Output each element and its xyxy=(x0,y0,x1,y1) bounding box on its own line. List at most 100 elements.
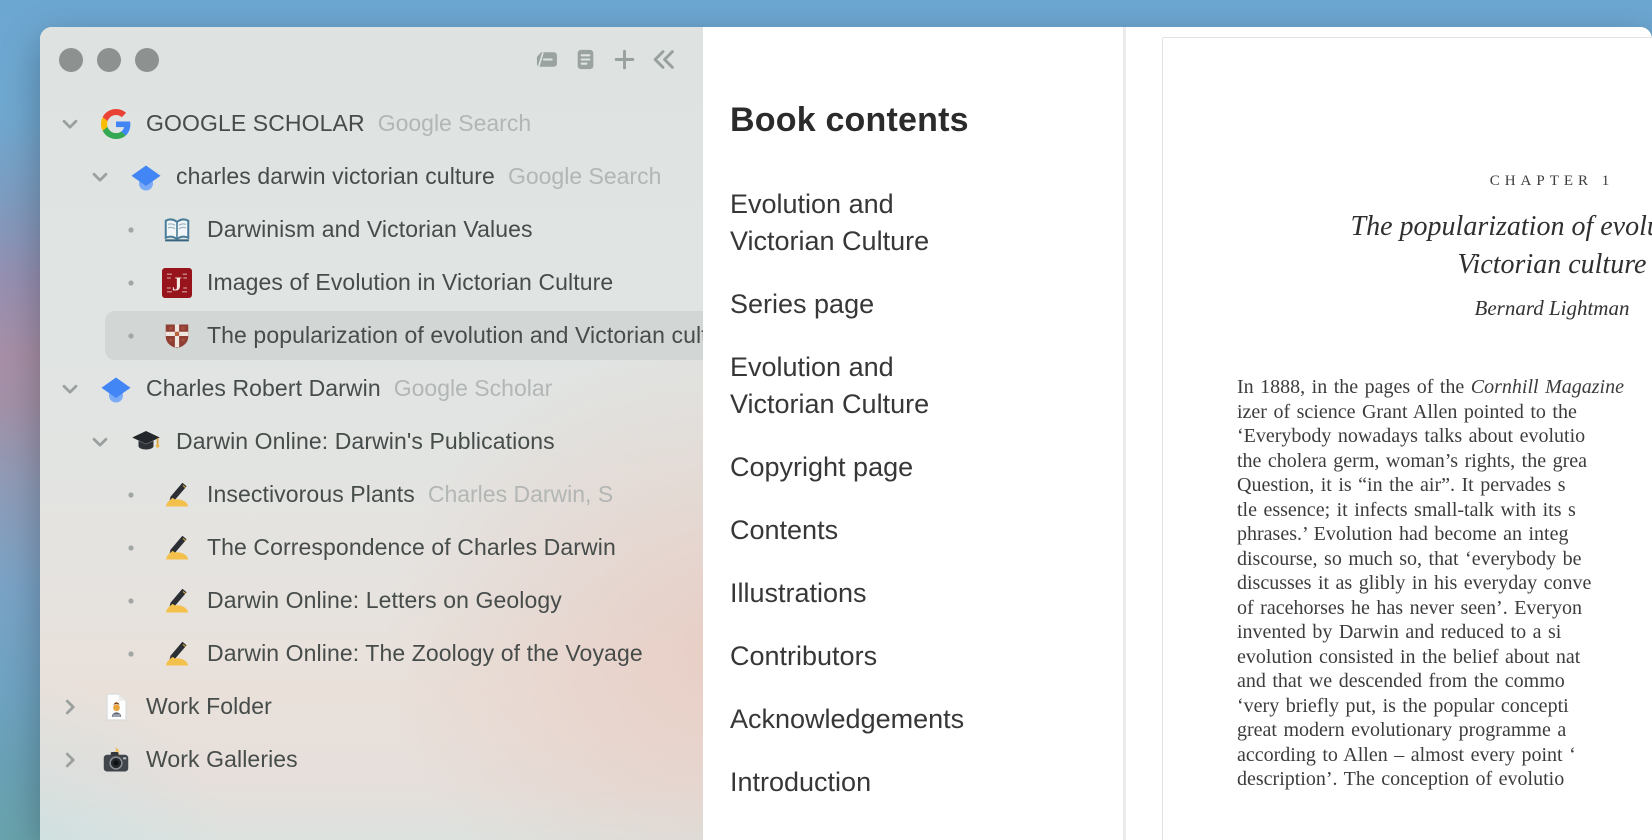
body-text-line: according to Allen – almost every point … xyxy=(1237,743,1576,766)
bullet-icon xyxy=(119,271,143,295)
book-contents-item[interactable]: Illustrations xyxy=(730,575,995,612)
page-title-line1: The popularization of evolution and xyxy=(1350,211,1652,242)
sidebar-item[interactable]: charles darwin victorian culture Google S… xyxy=(40,150,703,203)
sidebar-item[interactable]: Work Galleries xyxy=(40,733,703,786)
chevron-down-icon[interactable] xyxy=(58,112,82,136)
google-logo-icon xyxy=(100,108,132,140)
google-scholar-icon xyxy=(100,373,132,405)
book-contents-item[interactable]: Evolution and Victorian Culture xyxy=(730,349,995,423)
sidebar-item[interactable]: J Images of Evolution in Victorian Cultur… xyxy=(40,256,703,309)
body-text-line: description’. The conception of evolutio xyxy=(1237,768,1565,790)
sidebar-item[interactable]: Darwin Online: The Zoology of the Voyage xyxy=(40,627,703,680)
bullet-icon xyxy=(119,589,143,613)
page-body: In 1888, in the pages of the Cornhill Ma… xyxy=(1237,375,1652,792)
chevron-down-icon[interactable] xyxy=(58,377,82,401)
body-text-line: the cholera germ, woman’s rights, the gr… xyxy=(1237,449,1587,472)
page-title: The popularization of evolution and Vict… xyxy=(1237,208,1652,284)
page-title-line2: Victorian culture xyxy=(1457,249,1647,280)
writing-hand-icon xyxy=(161,532,193,564)
tab-title: The Correspondence of Charles Darwin xyxy=(207,534,616,560)
tab-title: Charles Robert Darwin xyxy=(146,375,381,401)
tab-title: Insectivorous Plants xyxy=(207,481,415,507)
book-contents-item[interactable]: Contents xyxy=(730,512,995,549)
sidebar-item[interactable]: Darwinism and Victorian Values xyxy=(40,203,703,256)
tab-title: Work Folder xyxy=(146,693,272,719)
sidebar-tree: GOOGLE SCHOLAR Google Search charles darwi… xyxy=(40,97,703,786)
jstor-icon: J xyxy=(161,267,193,299)
book-contents-item[interactable]: Evolution and Victorian Culture xyxy=(730,186,995,260)
bullet-icon xyxy=(119,324,143,348)
book-contents-title: Book contents xyxy=(730,101,969,139)
desktop: GOOGLE SCHOLAR Google Search charles darwi… xyxy=(0,0,1652,840)
book-contents-panel: Book contents Evolution and Victorian Cu… xyxy=(703,27,1123,840)
sidebar-item[interactable]: The Correspondence of Charles Darwin xyxy=(40,521,703,574)
book-contents-item[interactable]: Contributors xyxy=(730,638,995,675)
sidebar-item[interactable]: Charles Robert Darwin Google Scholar xyxy=(40,362,703,415)
sidebar-item[interactable]: Darwin Online: Letters on Geology xyxy=(40,574,703,627)
tab-title: GOOGLE SCHOLAR xyxy=(146,110,365,136)
sidebar-item[interactable]: GOOGLE SCHOLAR Google Search xyxy=(40,97,703,150)
camera-flash-icon xyxy=(100,744,132,776)
body-text-line: ‘Everybody nowadays talks about evolutio xyxy=(1237,425,1586,447)
bullet-icon xyxy=(119,218,143,242)
cambridge-shield-icon xyxy=(161,320,193,352)
traffic-light-zoom[interactable] xyxy=(135,48,159,72)
tab-title: The popularization of evolution and Vict… xyxy=(207,322,703,348)
chevron-right-icon[interactable] xyxy=(58,695,82,719)
tab-title: Darwin Online: Darwin's Publications xyxy=(176,428,555,454)
tab-title: Work Galleries xyxy=(146,746,298,772)
bullet-icon xyxy=(119,483,143,507)
tab-subtitle: Google Scholar xyxy=(393,375,553,401)
sidebar-item[interactable]: Insectivorous Plants Charles Darwin, S xyxy=(40,468,703,521)
book-contents-item[interactable]: Introduction xyxy=(730,764,995,801)
collapse-sidebar-icon[interactable] xyxy=(650,46,677,73)
chevron-down-icon[interactable] xyxy=(88,430,112,454)
writing-hand-icon xyxy=(161,638,193,670)
book-contents-item[interactable]: Copyright page xyxy=(730,449,995,486)
svg-text:J: J xyxy=(172,273,182,295)
body-text-line: great modern evolutionary programme a xyxy=(1237,719,1567,741)
tab-title: charles darwin victorian culture xyxy=(176,163,495,189)
tab-title: Images of Evolution in Victorian Culture xyxy=(207,269,614,295)
page-author: Bernard Lightman xyxy=(1474,296,1630,320)
traffic-light-close[interactable] xyxy=(59,48,83,72)
open-book-icon xyxy=(161,214,193,246)
chevron-right-icon[interactable] xyxy=(58,748,82,772)
body-text-line: discourse, so much so, that ‘everybody b… xyxy=(1237,547,1582,570)
new-tab-icon[interactable] xyxy=(611,46,638,73)
book-page: CHAPTER 1 The popularization of evolutio… xyxy=(1162,37,1652,840)
notes-icon[interactable] xyxy=(572,46,599,73)
sidebar-item[interactable]: Darwin Online: Darwin's Publications xyxy=(40,415,703,468)
sidebar-toolbar xyxy=(533,46,677,73)
browser-window: GOOGLE SCHOLAR Google Search charles darwi… xyxy=(40,27,1652,840)
sidebar-item[interactable]: Work Folder xyxy=(40,680,703,733)
tab-subtitle: Google Search xyxy=(377,110,532,136)
tab-subtitle: Google Search xyxy=(507,163,662,189)
body-text-line: izer of science Grant Allen pointed to t… xyxy=(1237,400,1577,423)
body-text-line: In 1888, in the pages of the Cornhill Ma… xyxy=(1237,376,1624,398)
body-text-line: invented by Darwin and reduced to a si xyxy=(1237,621,1562,643)
graduation-cap-icon xyxy=(130,426,162,458)
tab-title: Darwin Online: Letters on Geology xyxy=(207,587,562,613)
traffic-lights xyxy=(59,48,159,72)
chevron-down-icon[interactable] xyxy=(88,165,112,189)
body-text-line: and that we descended from the commo xyxy=(1237,670,1565,692)
book-contents-item[interactable]: Acknowledgements xyxy=(730,701,995,738)
body-text-line: Question, it is “in the air”. It pervade… xyxy=(1237,474,1566,496)
tab-card-icon[interactable] xyxy=(533,46,560,73)
book-contents-list: Evolution and Victorian Culture Series pa… xyxy=(730,186,1123,801)
document-person-icon xyxy=(100,691,132,723)
body-text-line: ‘very briefly put, is the popular concep… xyxy=(1237,694,1569,717)
body-text-line: discusses it as glibly in his everyday c… xyxy=(1237,572,1592,594)
page-header: CHAPTER 1 The popularization of evolutio… xyxy=(1237,173,1652,321)
book-contents-item[interactable]: Series page xyxy=(730,286,995,323)
traffic-light-minimize[interactable] xyxy=(97,48,121,72)
sidebar: GOOGLE SCHOLAR Google Search charles darwi… xyxy=(40,27,703,840)
sidebar-item[interactable]: The popularization of evolution and Vict… xyxy=(40,309,703,362)
reader-panel: CHAPTER 1 The popularization of evolutio… xyxy=(1126,27,1652,840)
tab-title: Darwin Online: The Zoology of the Voyage xyxy=(207,640,643,666)
bullet-icon xyxy=(119,642,143,666)
body-text-line: evolution consisted in the belief about … xyxy=(1237,645,1581,668)
tab-subtitle: Charles Darwin, S xyxy=(427,481,614,507)
writing-hand-icon xyxy=(161,479,193,511)
